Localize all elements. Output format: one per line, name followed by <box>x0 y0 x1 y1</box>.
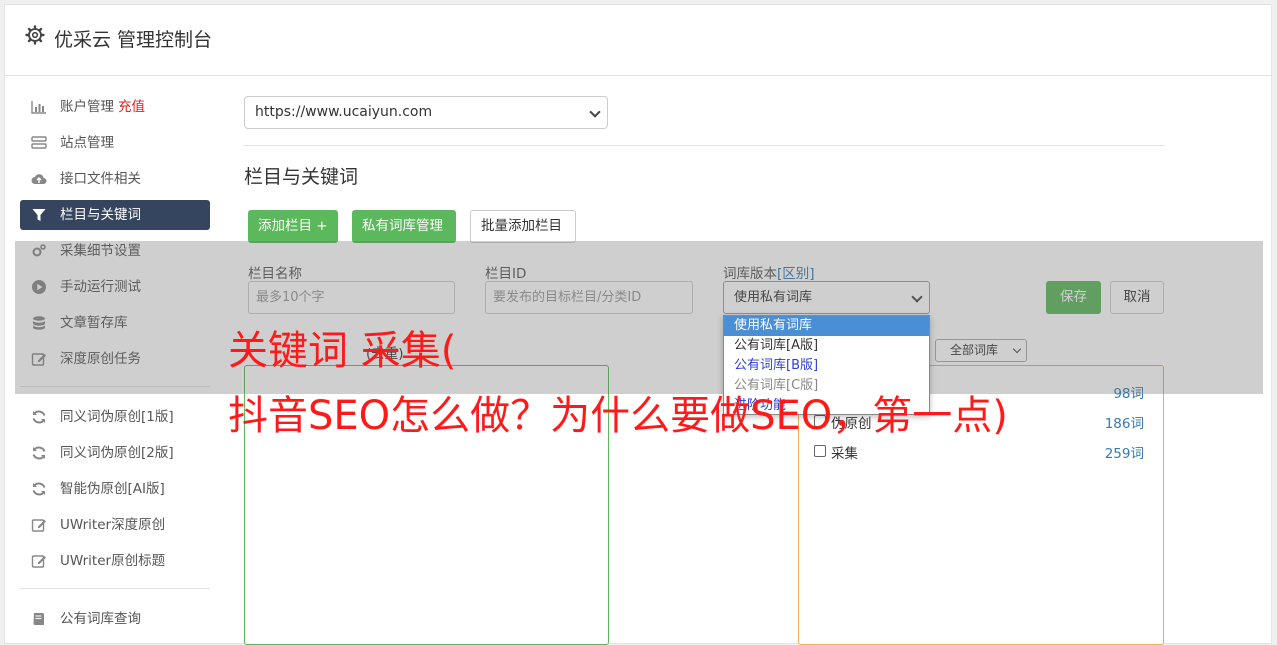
sidebar-item-label: 同义词伪原创[1版] <box>60 409 174 425</box>
sidebar-item-label: 智能伪原创[AI版] <box>60 481 165 497</box>
divider <box>244 145 1164 146</box>
sidebar-item-columns-keywords[interactable]: 栏目与关键词 <box>20 200 210 230</box>
checkbox[interactable] <box>814 445 826 457</box>
refresh-icon <box>32 446 46 460</box>
gray-overlay-band <box>15 241 1263 394</box>
sidebar-item-synonym-v1[interactable]: 同义词伪原创[1版] <box>20 402 210 432</box>
sidebar-item-label: 栏目与关键词 <box>60 207 141 223</box>
dropdown-option[interactable]: 公有词库[A版] <box>724 336 929 356</box>
sidebar-item-uwriter-title[interactable]: UWriter原创标题 <box>20 546 210 576</box>
gear-icon <box>25 25 45 45</box>
sidebar-item-public-lib[interactable]: 公有词库查询 <box>20 604 210 634</box>
section-title: 栏目与关键词 <box>244 166 359 188</box>
sidebar-item-label: UWriter深度原创 <box>60 517 166 533</box>
dropdown-option[interactable]: 使用私有词库 <box>724 316 929 336</box>
sidebar-item-synonym-v2[interactable]: 同义词伪原创[2版] <box>20 438 210 468</box>
bar-chart-icon <box>31 101 46 114</box>
sidebar-item-uwriter-deep[interactable]: UWriter深度原创 <box>20 510 210 540</box>
server-icon <box>31 136 47 149</box>
edit-icon <box>31 519 46 532</box>
sidebar-item-ai-rewrite[interactable]: 智能伪原创[AI版] <box>20 474 210 504</box>
sidebar-item-account[interactable]: 账户管理 充值 <box>20 92 210 122</box>
recharge-link[interactable]: 充值 <box>118 99 145 115</box>
batch-add-button[interactable]: 批量添加栏目 <box>470 210 576 243</box>
edit-icon <box>31 555 46 568</box>
sidebar-item-label: 账户管理 <box>60 99 114 115</box>
watermark-line-1: 关键词 采集( <box>228 328 457 374</box>
site-select[interactable]: https://www.ucaiyun.com <box>244 96 608 129</box>
dropdown-option[interactable]: 公有词库[B版] <box>724 356 929 376</box>
word-lib-count: 186词 <box>1104 416 1144 432</box>
list-item[interactable]: 采集 259词 <box>814 442 1144 462</box>
filter-icon <box>32 209 46 221</box>
page-title: 优采云 管理控制台 <box>54 29 213 51</box>
sidebar-item-label: 站点管理 <box>60 135 114 151</box>
cloud-upload-icon <box>31 174 47 185</box>
refresh-icon <box>32 410 46 424</box>
sidebar-item-label: 公有词库查询 <box>60 611 141 627</box>
sidebar-item-interface-files[interactable]: 接口文件相关 <box>20 164 210 194</box>
add-column-button[interactable]: 添加栏目 + <box>248 210 338 243</box>
sidebar-item-label: UWriter原创标题 <box>60 553 166 569</box>
word-lib-count: 259词 <box>1104 446 1144 462</box>
sidebar-item-label: 同义词伪原创[2版] <box>60 445 174 461</box>
watermark-line-2: 抖音SEO怎么做？为什么要做SEO，第一点) <box>228 393 1008 439</box>
refresh-icon <box>32 482 46 496</box>
chevron-down-icon <box>589 106 601 118</box>
top-bar: 优采云 管理控制台 <box>5 5 1271 76</box>
sidebar-item-label: 接口文件相关 <box>60 171 141 187</box>
sidebar-item-sites[interactable]: 站点管理 <box>20 128 210 158</box>
sidebar-divider <box>20 588 210 589</box>
book-icon <box>33 613 44 625</box>
word-lib-name: 采集 <box>831 446 858 462</box>
site-select-value: https://www.ucaiyun.com <box>255 104 433 120</box>
private-lib-button[interactable]: 私有词库管理 <box>352 210 456 243</box>
